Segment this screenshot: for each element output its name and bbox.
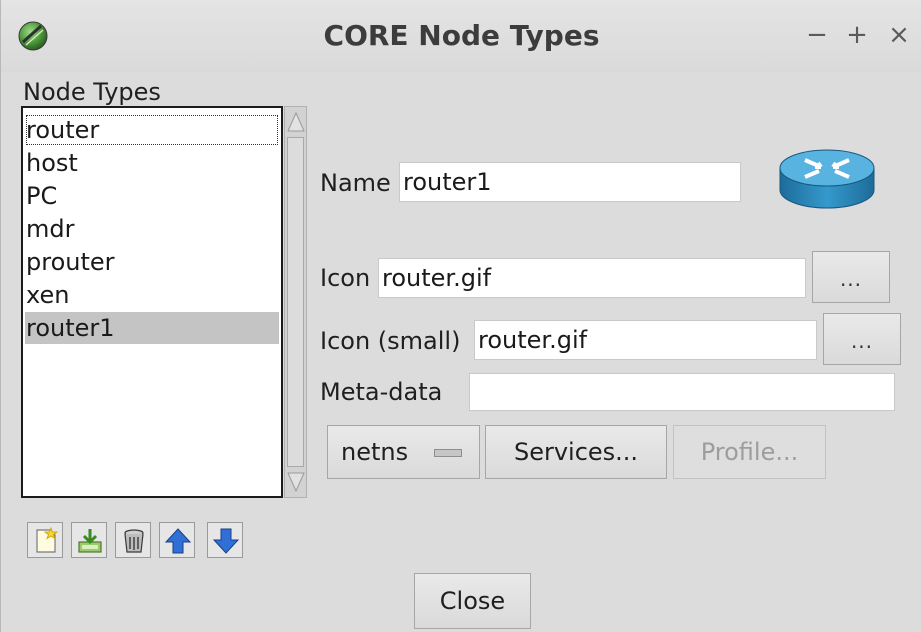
- move-down-icon: [212, 528, 240, 554]
- list-item-mdr[interactable]: mdr: [25, 213, 279, 245]
- scroll-down-arrow-icon[interactable]: [286, 469, 306, 495]
- new-node-type-button[interactable]: [27, 522, 63, 558]
- services-button[interactable]: Services...: [485, 425, 667, 479]
- list-item-pc[interactable]: PC: [25, 180, 279, 212]
- icon-browse-button[interactable]: ...: [812, 251, 890, 303]
- list-item-prouter[interactable]: prouter: [25, 246, 279, 278]
- name-label: Name: [320, 169, 391, 197]
- model-menu-value: netns: [341, 438, 409, 466]
- node-types-scrollbar[interactable]: [284, 106, 307, 498]
- core-node-types-window: CORE Node Types − + × Node Types router …: [0, 0, 921, 632]
- close-button[interactable]: Close: [414, 573, 531, 629]
- icon-label: Icon: [320, 264, 371, 292]
- title-bar[interactable]: CORE Node Types − + ×: [1, 0, 921, 72]
- icon-small-field[interactable]: [474, 320, 817, 360]
- minimize-button[interactable]: −: [803, 21, 831, 49]
- menubutton-indicator-icon: [434, 449, 462, 457]
- window-title: CORE Node Types: [323, 19, 600, 52]
- move-up-icon: [164, 528, 192, 554]
- delete-node-type-icon: [124, 529, 144, 553]
- name-field[interactable]: [399, 162, 741, 202]
- list-item-xen[interactable]: xen: [25, 279, 279, 311]
- move-down-button[interactable]: [207, 522, 243, 558]
- list-item-router1[interactable]: router1: [25, 312, 279, 344]
- delete-node-type-button[interactable]: [115, 522, 151, 558]
- move-up-button[interactable]: [159, 522, 195, 558]
- list-item-router[interactable]: router: [25, 114, 279, 146]
- scroll-up-arrow-icon[interactable]: [286, 109, 306, 135]
- profile-button[interactable]: Profile...: [673, 425, 826, 479]
- router-icon: [779, 149, 875, 209]
- metadata-field[interactable]: [469, 373, 895, 411]
- node-types-listbox[interactable]: router host PC mdr prouter xen router1: [21, 106, 283, 498]
- new-node-type-icon: [36, 527, 59, 553]
- icon-small-label: Icon (small): [320, 327, 461, 355]
- icon-small-browse-button[interactable]: ...: [823, 313, 901, 365]
- node-types-label: Node Types: [23, 78, 161, 106]
- maximize-button[interactable]: +: [843, 21, 871, 49]
- icon-field[interactable]: [378, 258, 806, 298]
- list-item-host[interactable]: host: [25, 147, 279, 179]
- close-window-button[interactable]: ×: [885, 21, 913, 49]
- icon-small-browse-label: ...: [850, 329, 874, 353]
- metadata-label: Meta-data: [320, 378, 443, 406]
- icon-browse-label: ...: [839, 267, 863, 291]
- scroll-thumb[interactable]: [287, 137, 304, 467]
- model-menu-button[interactable]: netns: [327, 425, 480, 479]
- save-node-type-button[interactable]: [71, 522, 107, 558]
- save-node-type-icon: [78, 529, 102, 553]
